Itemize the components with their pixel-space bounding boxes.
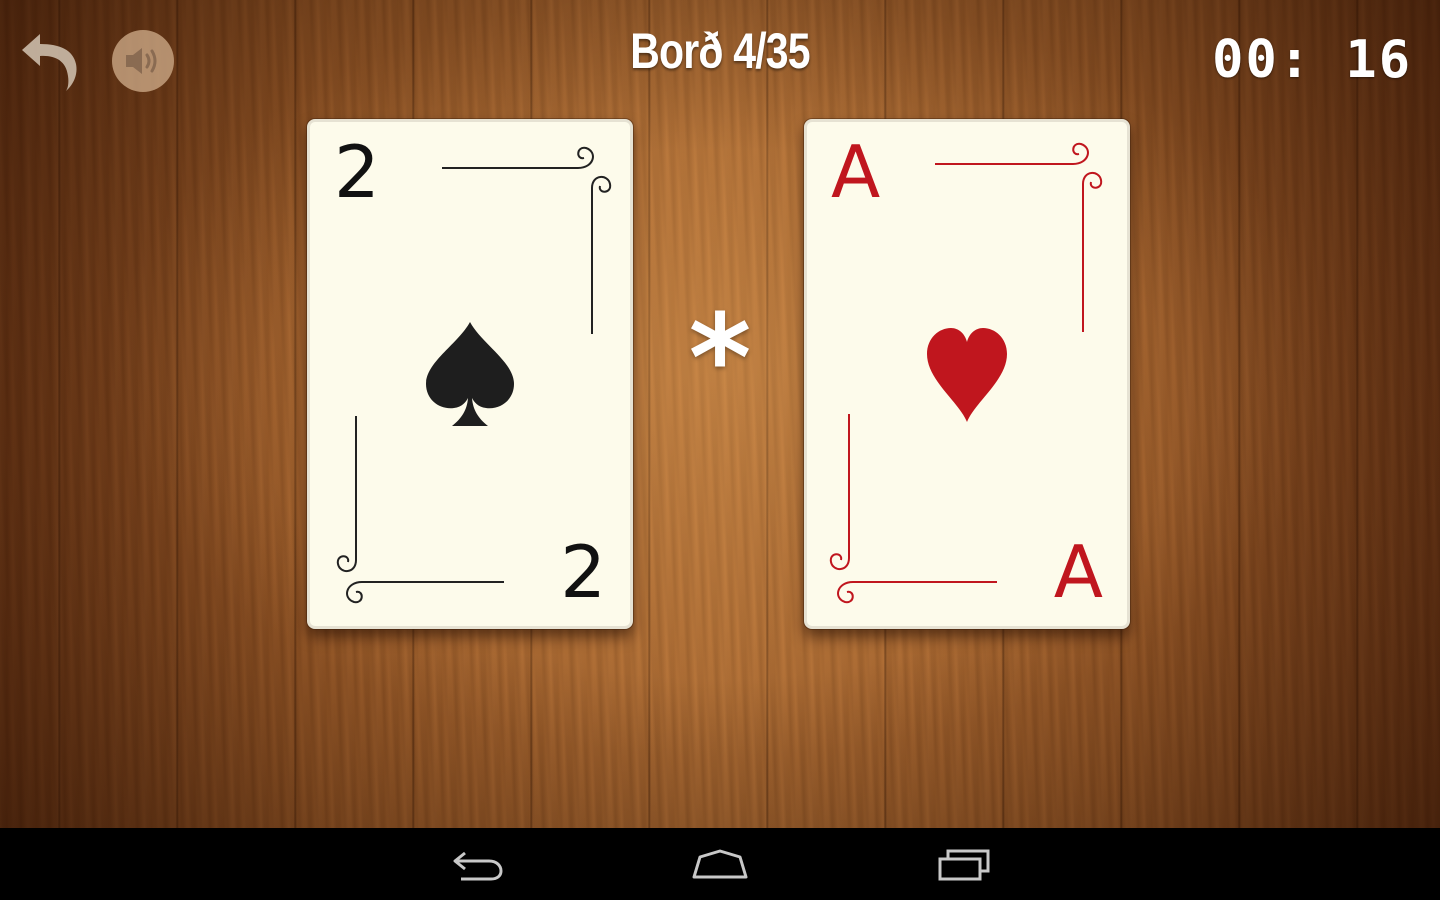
nav-back-button[interactable] [437,836,517,892]
undo-button[interactable] [18,28,80,94]
card-rank-bottom: 2 [560,530,606,614]
card-rank-top: 2 [334,130,380,214]
timer: 00: 16 [1212,30,1412,90]
card-rank-bottom: A [1053,530,1103,614]
playing-card-ace-of-hearts[interactable]: A A [804,119,1130,629]
card-rank-top: A [831,130,881,214]
operator-symbol: * [688,290,752,429]
undo-arrow-icon [22,34,77,91]
nav-recent-apps-button[interactable] [924,836,1004,892]
level-title: Borð 4/35 [630,23,810,79]
back-icon [453,851,503,881]
heart-icon [927,328,1007,422]
home-icon [692,849,748,879]
system-navigation-bar [0,828,1440,900]
recent-apps-icon [938,849,990,881]
nav-home-button[interactable] [680,836,760,892]
game-board: Borð 4/35 00: 16 2 2 * A A [0,0,1440,828]
